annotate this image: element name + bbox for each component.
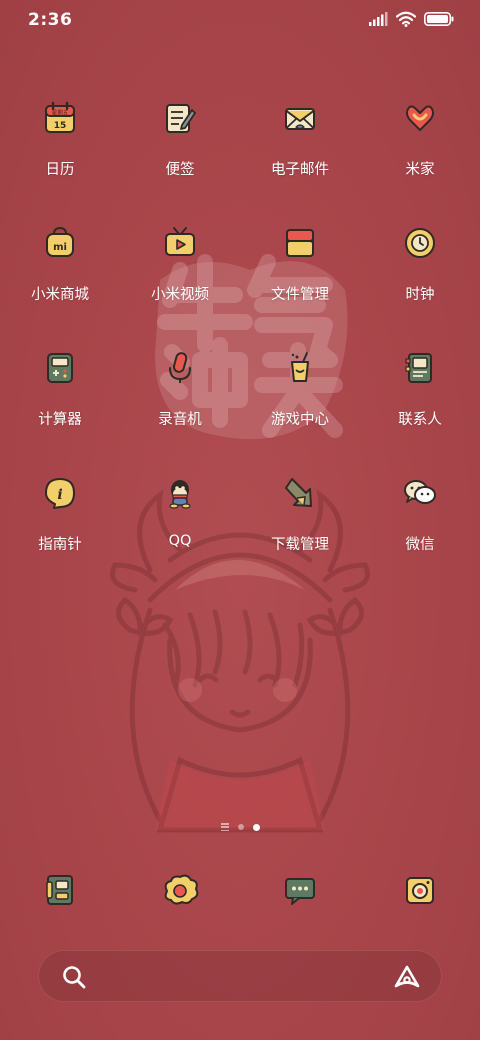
status-icons (368, 11, 454, 27)
app-row: mi 小米商城 小米视频 文件管理 时钟 (0, 215, 480, 340)
app-label: 计算器 (38, 412, 82, 428)
app-label: 小米商城 (31, 287, 89, 303)
mijia-icon (392, 90, 448, 146)
search-icon[interactable] (61, 964, 87, 990)
contacts-icon (392, 340, 448, 396)
search-bar[interactable] (38, 950, 442, 1002)
mi-store-icon: mi (32, 215, 88, 271)
app-grid: 星期五 15 日历 便签 电子邮件 米家 mi 小米商城 小米视频 文件管理 时… (0, 90, 480, 590)
app-calendar[interactable]: 星期五 15 日历 (0, 90, 120, 215)
phone-icon (32, 862, 88, 918)
qq-icon (152, 465, 208, 521)
status-bar: 2:36 (0, 0, 480, 40)
calendar-icon: 星期五 15 (32, 90, 88, 146)
app-clock[interactable]: 时钟 (360, 215, 480, 340)
email-icon (272, 90, 328, 146)
wechat-icon (392, 465, 448, 521)
app-contacts[interactable]: 联系人 (360, 340, 480, 465)
app-qq[interactable]: QQ (120, 465, 240, 590)
app-label: 下载管理 (271, 537, 329, 553)
clock-icon (392, 215, 448, 271)
app-label: 文件管理 (271, 287, 329, 303)
app-label: QQ (168, 533, 192, 549)
notes-icon (152, 90, 208, 146)
app-wechat[interactable]: 微信 (360, 465, 480, 590)
app-download[interactable]: 下载管理 (240, 465, 360, 590)
app-label: 联系人 (398, 412, 442, 428)
app-label: 录音机 (158, 412, 202, 428)
app-label: 指南针 (38, 537, 82, 553)
game-center-icon (272, 340, 328, 396)
wifi-icon (396, 11, 416, 27)
app-label: 日历 (45, 162, 75, 178)
app-label: 米家 (405, 162, 435, 178)
app-compass[interactable]: i 指南针 (0, 465, 120, 590)
app-mijia[interactable]: 米家 (360, 90, 480, 215)
app-game-center[interactable]: 游戏中心 (240, 340, 360, 465)
app-file-manager[interactable]: 文件管理 (240, 215, 360, 340)
svg-text:15: 15 (54, 121, 67, 131)
app-list-indicator-icon (220, 823, 229, 831)
dock-browser[interactable] (120, 860, 240, 920)
app-label: 电子邮件 (271, 162, 329, 178)
svg-text:星期五: 星期五 (52, 110, 69, 117)
app-row: i 指南针 QQ 下载管理 微信 (0, 465, 480, 590)
assistant-icon[interactable] (393, 964, 421, 990)
compass-icon: i (32, 465, 88, 521)
app-mi-store[interactable]: mi 小米商城 (0, 215, 120, 340)
download-icon (272, 465, 328, 521)
app-calculator[interactable]: 计算器 (0, 340, 120, 465)
app-label: 微信 (405, 537, 435, 553)
dock-messages[interactable] (240, 860, 360, 920)
app-row: 计算器 录音机 游戏中心 联系人 (0, 340, 480, 465)
app-notes[interactable]: 便签 (120, 90, 240, 215)
dock (0, 860, 480, 920)
camera-icon (392, 862, 448, 918)
page-dot-active (252, 823, 260, 831)
page-dot (237, 824, 244, 830)
app-video[interactable]: 小米视频 (120, 215, 240, 340)
app-label: 小米视频 (151, 287, 209, 303)
calculator-icon (32, 340, 88, 396)
app-email[interactable]: 电子邮件 (240, 90, 360, 215)
app-label: 便签 (165, 162, 195, 178)
messages-icon (272, 862, 328, 918)
battery-icon (424, 12, 454, 26)
svg-text:i: i (57, 487, 62, 503)
dock-phone[interactable] (0, 860, 120, 920)
signal-icon (369, 12, 388, 26)
recorder-icon (152, 340, 208, 396)
status-time: 2:36 (28, 10, 73, 30)
home-screen: 2:36 星期五 15 日历 便签 电子邮件 米家 mi 小米商城 小米视频 文… (0, 0, 480, 1040)
svg-text:mi: mi (53, 242, 67, 253)
app-label: 游戏中心 (271, 412, 329, 428)
app-label: 时钟 (405, 287, 435, 303)
app-row: 星期五 15 日历 便签 电子邮件 米家 (0, 90, 480, 215)
dock-camera[interactable] (360, 860, 480, 920)
browser-icon (152, 862, 208, 918)
app-recorder[interactable]: 录音机 (120, 340, 240, 465)
page-indicator[interactable] (0, 823, 480, 831)
file-manager-icon (272, 215, 328, 271)
video-icon (152, 215, 208, 271)
